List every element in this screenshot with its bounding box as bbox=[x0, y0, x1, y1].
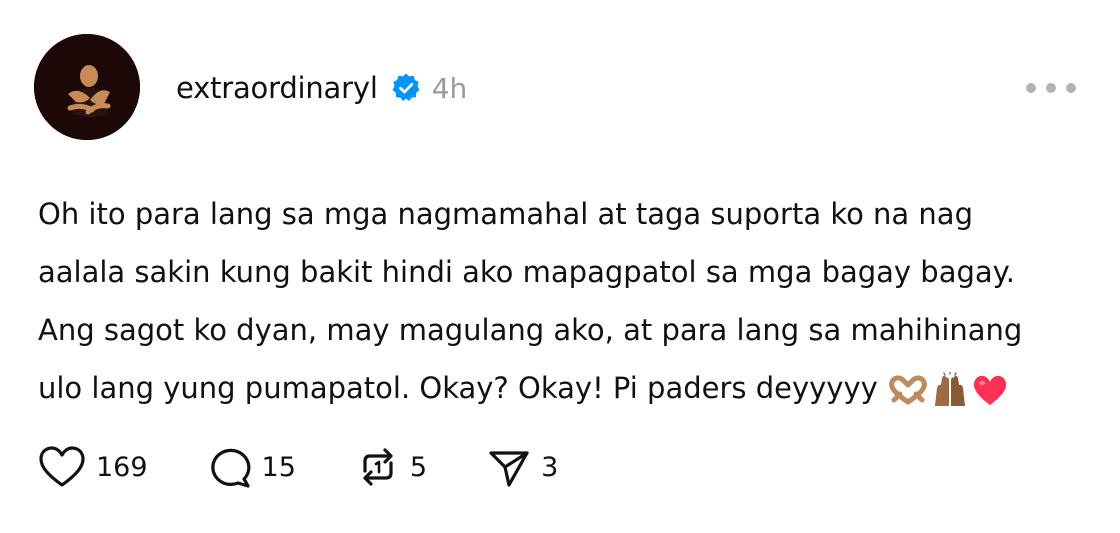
comment-icon bbox=[210, 448, 250, 488]
post-text: Oh ito para lang sa mga nagmamahal at ta… bbox=[38, 185, 1098, 417]
thread-post: extraordinaryl 4h Oh ito para lang sa mg… bbox=[0, 0, 1120, 533]
post-actions: 169 15 5 3 bbox=[38, 444, 618, 490]
like-button[interactable]: 169 bbox=[38, 445, 148, 489]
verified-badge-icon bbox=[390, 72, 422, 104]
repost-button[interactable]: 5 bbox=[356, 445, 427, 489]
red-heart-emoji bbox=[973, 375, 1006, 405]
post-header: extraordinaryl 4h bbox=[176, 66, 467, 110]
send-icon bbox=[489, 451, 529, 487]
raised-hands-emoji bbox=[934, 372, 965, 406]
avatar-photo bbox=[34, 34, 140, 140]
repost-icon bbox=[363, 448, 393, 486]
post-text-line-last: ulo lang yung pumapatol. Okay? Okay! Pi … bbox=[38, 359, 1098, 417]
reply-button[interactable]: 15 bbox=[208, 445, 296, 489]
username-link[interactable]: extraordinaryl bbox=[176, 71, 378, 105]
heart-icon bbox=[39, 446, 85, 487]
post-text-line: aalala sakin kung bakit hindi ako mapagp… bbox=[38, 255, 1015, 289]
share-count: 3 bbox=[541, 451, 559, 483]
more-options-icon bbox=[1026, 83, 1036, 93]
reply-count: 15 bbox=[261, 451, 296, 483]
emoji-group bbox=[888, 372, 1008, 408]
post-text-line: ulo lang yung pumapatol. Okay? Okay! Pi … bbox=[38, 371, 878, 405]
share-button[interactable]: 3 bbox=[487, 445, 558, 489]
heart-hands-emoji bbox=[888, 375, 927, 405]
more-options-button[interactable] bbox=[1026, 78, 1076, 98]
post-timestamp: 4h bbox=[431, 71, 468, 105]
repost-count: 5 bbox=[409, 451, 428, 483]
post-text-line: Oh ito para lang sa mga nagmamahal at ta… bbox=[38, 197, 973, 231]
avatar[interactable] bbox=[34, 34, 140, 140]
post-text-line: Ang sagot ko dyan, may magulang ako, at … bbox=[38, 313, 1023, 347]
like-count: 169 bbox=[96, 451, 148, 483]
